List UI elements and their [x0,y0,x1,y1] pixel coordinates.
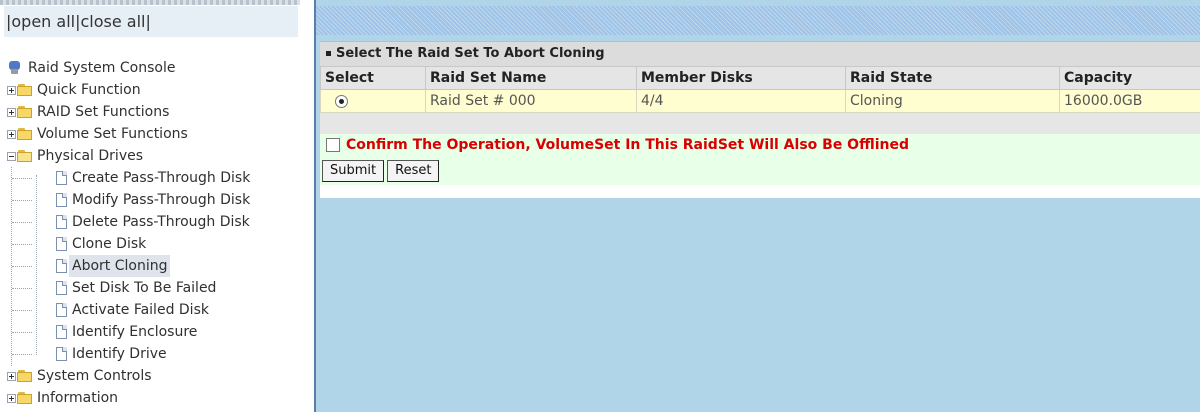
open-all-link[interactable]: open all [11,12,75,31]
submit-button[interactable]: Submit [322,160,385,182]
tree-item-system-controls[interactable]: System Controls [0,365,314,387]
tree-child-label: Create Pass-Through Disk [72,170,251,186]
folder-icon [17,392,33,404]
tree-connector [12,310,32,311]
collapse-icon[interactable] [7,152,16,161]
column-header: Member Disks [636,66,846,90]
capacity-cell: 16000.0GB [1059,89,1200,113]
tree-toggle-bar: |open all|close all| [4,6,298,37]
separator: | [145,12,151,31]
tree-item-volume-set-functions[interactable]: Volume Set Functions [0,123,314,145]
tree-connector-line [36,175,37,355]
content-pane: Select The Raid Set To Abort Cloning Sel… [314,0,1200,412]
tree-child-identify-drive[interactable]: Identify Drive [0,343,314,365]
tree-item-label: RAID Set Functions [37,104,170,120]
table-row: Raid Set # 000 4/4 Cloning 16000.0GB [320,89,1200,113]
bullet-icon [326,51,331,56]
abort-cloning-panel: Select The Raid Set To Abort Cloning Sel… [320,41,1200,198]
raid-set-name-cell: Raid Set # 000 [425,89,637,113]
console-icon [9,61,20,75]
tree-connector [12,244,32,245]
tree: Raid System Console Quick Function RAID … [0,57,314,409]
tree-item-raid-set-functions[interactable]: RAID Set Functions [0,101,314,123]
page-icon [56,171,67,185]
column-header: Raid State [845,66,1060,90]
tree-item-physical-drives[interactable]: Physical Drives [0,145,314,167]
tree-child-create-pass-through[interactable]: Create Pass-Through Disk [0,167,314,189]
tree-item-label: Physical Drives [37,148,144,164]
tree-connector [12,222,32,223]
tree-root[interactable]: Raid System Console [0,57,314,79]
navigation-tree-pane: |open all|close all| Raid System Console… [0,0,314,412]
page-icon [56,281,67,295]
confirm-checkbox[interactable] [326,138,340,152]
select-cell [320,89,426,113]
page-icon [56,325,67,339]
tree-child-label: Set Disk To Be Failed [72,280,217,296]
tree-child-label: Identify Enclosure [72,324,198,340]
expand-icon[interactable] [7,372,16,381]
tree-item-label: Information [37,390,119,406]
folder-icon [17,128,33,140]
tree-child-set-disk-failed[interactable]: Set Disk To Be Failed [0,277,314,299]
member-disks-cell: 4/4 [636,89,846,113]
tree-child-label: Identify Drive [72,346,167,362]
folder-icon [17,370,33,382]
expand-icon[interactable] [7,86,16,95]
tree-child-label: Delete Pass-Through Disk [72,214,250,230]
column-header: Capacity [1059,66,1200,90]
tree-child-activate-failed[interactable]: Activate Failed Disk [0,299,314,321]
expand-icon[interactable] [7,130,16,139]
raid-state-cell: Cloning [845,89,1060,113]
column-header: Raid Set Name [425,66,637,90]
tree-connector [12,266,32,267]
tree-child-modify-pass-through[interactable]: Modify Pass-Through Disk [0,189,314,211]
tree-child-label: Activate Failed Disk [72,302,209,318]
folder-icon [17,106,33,118]
confirm-row: Confirm The Operation, VolumeSet In This… [320,134,1200,157]
panel-title: Select The Raid Set To Abort Cloning [320,41,1200,66]
confirm-text: Confirm The Operation, VolumeSet In This… [346,137,909,153]
header-pattern [316,6,1200,35]
open-folder-icon [17,150,33,162]
tree-connector [12,288,32,289]
tree-connector [12,200,32,201]
tree-child-label: Clone Disk [72,236,147,252]
table-header-row: Select Raid Set Name Member Disks Raid S… [320,66,1200,90]
tree-child-delete-pass-through[interactable]: Delete Pass-Through Disk [0,211,314,233]
folder-icon [17,84,33,96]
button-row: Submit Reset [320,157,1200,185]
tree-item-label: Volume Set Functions [37,126,188,142]
page-icon [56,303,67,317]
expand-icon[interactable] [7,394,16,403]
tree-item-label: System Controls [37,368,152,384]
raid-set-table: Select Raid Set Name Member Disks Raid S… [320,66,1200,113]
tree-connector-line [11,167,12,366]
page-icon [56,259,67,273]
tree-item-label: Quick Function [37,82,141,98]
expand-icon[interactable] [7,108,16,117]
select-radio[interactable] [335,94,348,108]
page-icon [56,215,67,229]
tree-item-quick-function[interactable]: Quick Function [0,79,314,101]
separator-row [320,113,1200,134]
column-header: Select [320,66,426,90]
tree-child-clone-disk[interactable]: Clone Disk [0,233,314,255]
tree-child-abort-cloning[interactable]: Abort Cloning [0,255,314,277]
reset-button[interactable]: Reset [387,160,440,182]
tree-child-identify-enclosure[interactable]: Identify Enclosure [0,321,314,343]
page-icon [56,347,67,361]
top-decoration [0,0,300,5]
tree-root-label: Raid System Console [28,60,176,76]
close-all-link[interactable]: close all [81,12,146,31]
tree-child-label: Modify Pass-Through Disk [72,192,251,208]
page-icon [56,237,67,251]
tree-connector [12,178,32,179]
panel-title-text: Select The Raid Set To Abort Cloning [336,46,605,61]
tree-item-information[interactable]: Information [0,387,314,409]
page-icon [56,193,67,207]
tree-child-label-selected: Abort Cloning [69,255,171,277]
tree-connector [12,332,32,333]
tree-connector [12,354,32,355]
